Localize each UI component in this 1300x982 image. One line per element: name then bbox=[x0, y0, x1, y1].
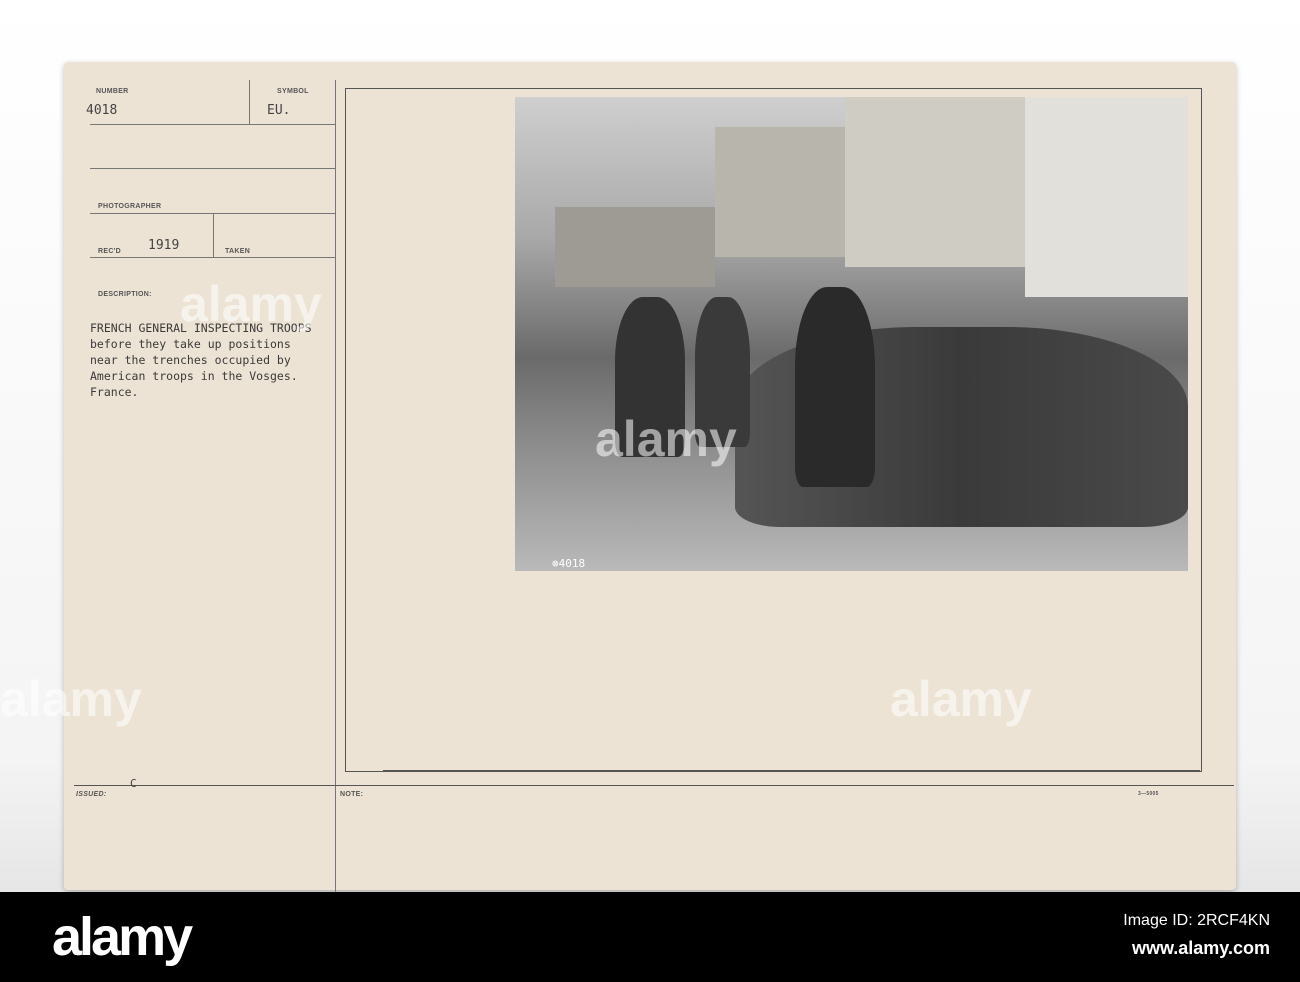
symbol-label: SYMBOL bbox=[277, 88, 309, 95]
building bbox=[555, 207, 715, 287]
number-value: 4018 bbox=[86, 103, 118, 118]
watermark: alamy bbox=[180, 276, 322, 332]
building bbox=[1025, 97, 1188, 297]
divider bbox=[90, 124, 335, 125]
symbol-value: EU. bbox=[267, 103, 291, 118]
building bbox=[845, 97, 1025, 267]
divider bbox=[383, 770, 1200, 771]
divider bbox=[335, 80, 336, 892]
divider bbox=[90, 257, 335, 258]
form-number: 3—5005 bbox=[1138, 791, 1159, 797]
footer-bar: alamy Image ID: 2RCF4KN www.alamy.com bbox=[0, 892, 1300, 982]
divider bbox=[74, 785, 1234, 786]
note-label: NOTE: bbox=[340, 791, 364, 798]
alamy-logo: alamy bbox=[52, 907, 193, 967]
taken-label: TAKEN bbox=[225, 248, 251, 255]
photographer-label: PHOTOGRAPHER bbox=[98, 203, 162, 210]
site-url[interactable]: www.alamy.com bbox=[1132, 938, 1270, 959]
watermark: alamy bbox=[890, 671, 1032, 727]
divider bbox=[213, 213, 214, 257]
issued-label: ISSUED: bbox=[76, 791, 107, 798]
number-label: NUMBER bbox=[96, 88, 129, 95]
issued-value: C bbox=[130, 777, 137, 790]
divider bbox=[90, 168, 335, 169]
building bbox=[715, 127, 845, 257]
divider bbox=[249, 80, 250, 124]
image-id: Image ID: 2RCF4KN bbox=[1123, 912, 1270, 929]
photograph bbox=[515, 97, 1188, 571]
watermark: alamy bbox=[595, 411, 737, 467]
general-on-horse bbox=[795, 287, 875, 487]
photo-stamp: ⊗4018 bbox=[552, 557, 586, 570]
recd-label: REC'D bbox=[98, 248, 121, 255]
description-label: DESCRIPTION: bbox=[98, 291, 152, 298]
recd-value: 1919 bbox=[148, 238, 180, 253]
watermark: alamy bbox=[0, 671, 142, 727]
